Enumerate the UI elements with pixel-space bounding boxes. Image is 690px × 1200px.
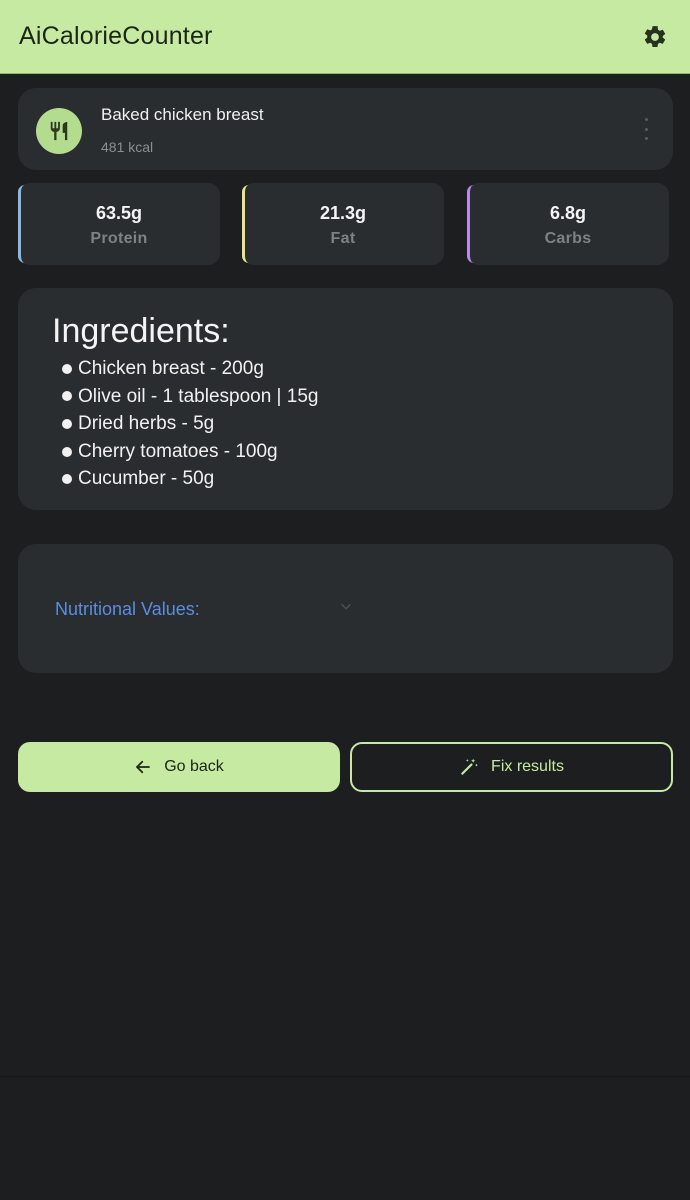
- divider: [0, 1076, 690, 1077]
- macro-fat: 21.3g Fat: [242, 183, 444, 265]
- ingredients-list: Chicken breast - 200g Olive oil - 1 tabl…: [62, 355, 318, 493]
- macro-protein-value: 63.5g: [95, 203, 143, 223]
- macro-fat-value: 21.3g: [319, 203, 367, 223]
- go-back-button[interactable]: Go back: [18, 742, 340, 792]
- more-options-icon[interactable]: [641, 118, 651, 140]
- fix-results-button[interactable]: Fix results: [350, 742, 673, 792]
- gear-icon: [644, 25, 666, 47]
- meal-calories: 481 kcal: [101, 139, 154, 155]
- macro-carbs-label: Carbs: [544, 230, 592, 247]
- list-item: Olive oil - 1 tablespoon | 15g: [62, 383, 318, 411]
- go-back-label: Go back: [164, 758, 224, 775]
- meal-avatar: [36, 108, 82, 154]
- macro-carbs-value: 6.8g: [549, 203, 587, 223]
- list-item: Cherry tomatoes - 100g: [62, 438, 318, 466]
- bullet-icon: [62, 474, 72, 485]
- fix-results-label: Fix results: [491, 758, 564, 775]
- app-title: AiCalorieCounter: [19, 22, 213, 50]
- nutritional-values-expander[interactable]: Nutritional Values:: [18, 544, 673, 673]
- app-bar: AiCalorieCounter: [0, 0, 690, 74]
- macro-protein-label: Protein: [90, 230, 148, 247]
- list-item: Cucumber - 50g: [62, 465, 318, 493]
- meal-name: Baked chicken breast: [101, 105, 264, 124]
- chevron-down-icon[interactable]: [339, 600, 353, 614]
- magic-wand-icon: [461, 758, 478, 775]
- ingredients-title: Ingredients:: [52, 312, 230, 350]
- nutritional-values-label: Nutritional Values:: [55, 599, 200, 619]
- macro-fat-label: Fat: [330, 230, 356, 247]
- bullet-icon: [62, 363, 72, 374]
- meal-card[interactable]: Baked chicken breast 481 kcal: [18, 88, 673, 170]
- macro-carbs: 6.8g Carbs: [467, 183, 669, 265]
- bullet-icon: [62, 391, 72, 402]
- fork-knife-icon: [50, 121, 68, 141]
- macro-protein: 63.5g Protein: [18, 183, 220, 265]
- settings-button[interactable]: [640, 22, 670, 52]
- bullet-icon: [62, 446, 72, 457]
- ingredients-card: Ingredients: Chicken breast - 200g Olive…: [18, 288, 673, 510]
- arrow-left-icon: [136, 760, 151, 774]
- list-item: Dried herbs - 5g: [62, 410, 318, 438]
- bullet-icon: [62, 418, 72, 429]
- list-item: Chicken breast - 200g: [62, 355, 318, 383]
